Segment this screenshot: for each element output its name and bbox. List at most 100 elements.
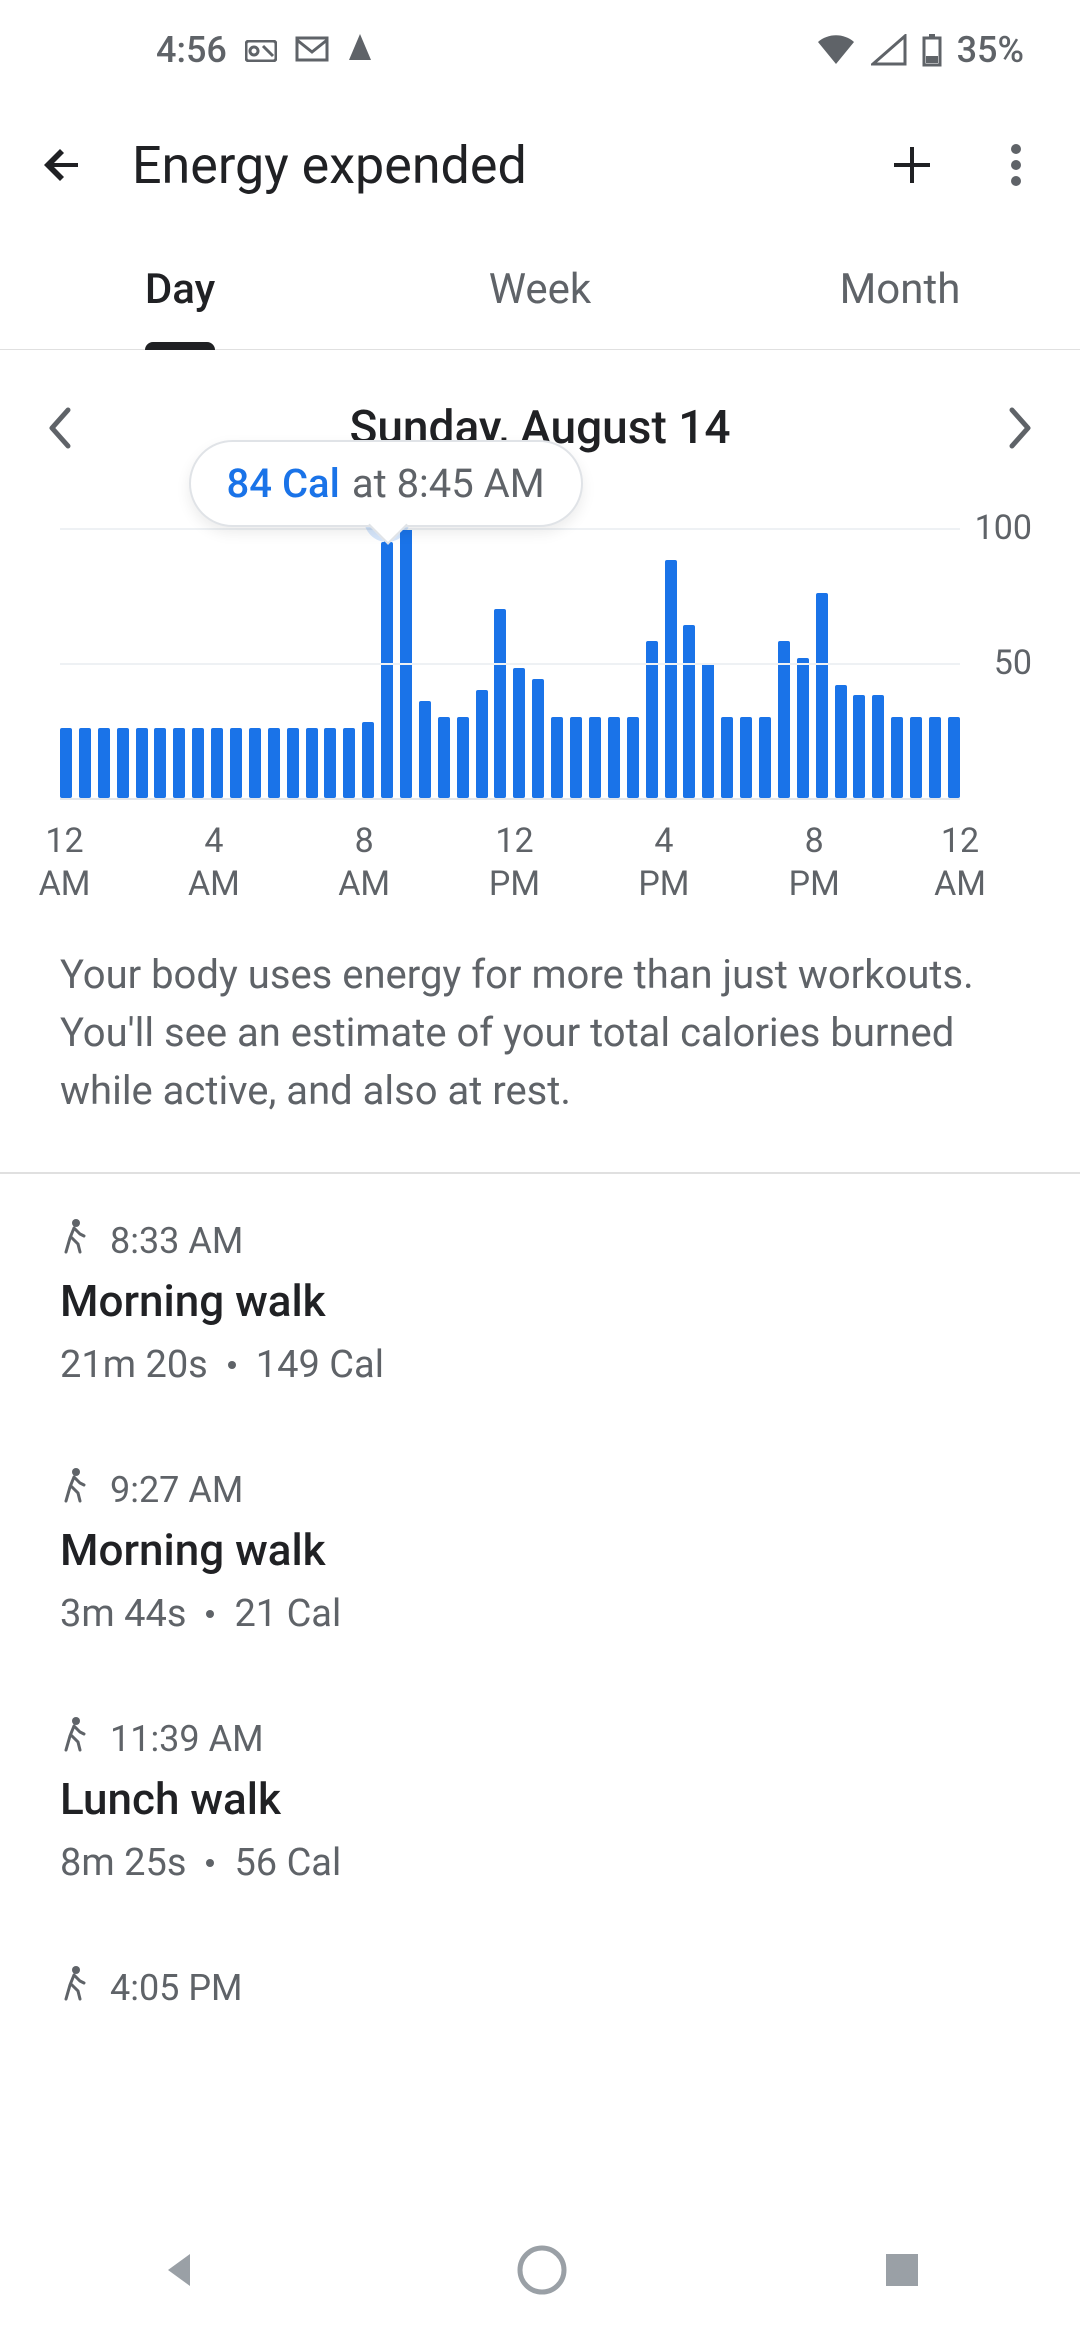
chart-bar[interactable] xyxy=(835,685,847,798)
chart-bar[interactable] xyxy=(173,728,185,798)
chart-bar[interactable] xyxy=(192,728,204,798)
tab-month[interactable]: Month xyxy=(720,230,1080,349)
activity-duration: 21m 20s xyxy=(60,1343,208,1387)
chart-bar[interactable] xyxy=(438,717,450,798)
activity-time: 9:27 AM xyxy=(110,1469,243,1511)
chart-bar[interactable] xyxy=(740,717,752,798)
status-left: 4:56 xyxy=(36,29,373,71)
x-axis-label: 12AM xyxy=(934,820,986,905)
battery-icon xyxy=(921,33,943,67)
info-text: Your body uses energy for more than just… xyxy=(0,910,1080,1172)
gridline-50 xyxy=(60,663,960,665)
tab-week[interactable]: Week xyxy=(360,230,720,349)
activity-title: Morning walk xyxy=(60,1524,1020,1576)
activity-subtitle: 3m 44s 21 Cal xyxy=(60,1592,1020,1636)
chart-bar[interactable] xyxy=(419,701,431,798)
sys-home-button[interactable] xyxy=(516,2244,568,2296)
chart-bar[interactable] xyxy=(570,717,582,798)
chart-bar[interactable] xyxy=(343,728,355,798)
next-day-button[interactable] xyxy=(984,392,1056,464)
chart-tooltip: 84 Cal at 8:45 AM xyxy=(189,440,583,527)
battery-text: 35% xyxy=(957,29,1024,71)
x-axis-label: 12PM xyxy=(489,820,540,905)
chart-bar[interactable] xyxy=(457,717,469,798)
activity-item[interactable]: 9:27 AM Morning walk 3m 44s 21 Cal xyxy=(60,1423,1020,1672)
chart-bar[interactable] xyxy=(494,609,506,798)
chart-bar[interactable] xyxy=(306,728,318,798)
activity-title: Lunch walk xyxy=(60,1773,1020,1825)
chart-bar[interactable] xyxy=(872,695,884,798)
sys-back-button[interactable] xyxy=(156,2246,204,2294)
chart-bar[interactable] xyxy=(324,728,336,798)
gmail-icon xyxy=(295,29,329,71)
back-button[interactable] xyxy=(28,129,100,201)
separator-dot xyxy=(206,1610,214,1618)
chart-bar[interactable] xyxy=(627,717,639,798)
chart-bar[interactable] xyxy=(98,728,110,798)
activity-calories: 149 Cal xyxy=(256,1343,384,1387)
activity-subtitle: 21m 20s 149 Cal xyxy=(60,1343,1020,1387)
walk-icon xyxy=(60,1965,88,2010)
chart-bar[interactable] xyxy=(476,690,488,798)
chart-bar[interactable] xyxy=(608,717,620,798)
more-options-button[interactable] xyxy=(980,129,1052,201)
chart-bar[interactable] xyxy=(929,717,941,798)
activity-calories: 21 Cal xyxy=(234,1592,341,1636)
activity-time: 8:33 AM xyxy=(110,1220,243,1262)
chart-bar[interactable] xyxy=(891,717,903,798)
chart-bar[interactable] xyxy=(136,728,148,798)
chart-bar[interactable] xyxy=(287,728,299,798)
activity-item[interactable]: 4:05 PM xyxy=(60,1921,1020,2046)
chart-bar[interactable] xyxy=(797,658,809,798)
chart-bar[interactable] xyxy=(683,625,695,798)
walk-icon xyxy=(60,1467,88,1512)
x-axis-label: 4AM xyxy=(188,820,240,905)
prev-day-button[interactable] xyxy=(24,392,96,464)
chart-bar[interactable] xyxy=(532,679,544,798)
chart-bar[interactable] xyxy=(551,717,563,798)
chart-bar[interactable] xyxy=(816,593,828,798)
sys-recent-button[interactable] xyxy=(880,2248,924,2292)
chart-bar[interactable] xyxy=(211,728,223,798)
chart-bar[interactable] xyxy=(117,728,129,798)
activity-list: 8:33 AM Morning walk 21m 20s 149 Cal 9:27 AM… xyxy=(0,1174,1080,2046)
chart-bar[interactable] xyxy=(230,728,242,798)
activity-calories: 56 Cal xyxy=(234,1841,341,1885)
chart-bar[interactable] xyxy=(154,728,166,798)
activity-duration: 8m 25s xyxy=(60,1841,186,1885)
activity-subtitle: 8m 25s 56 Cal xyxy=(60,1841,1020,1885)
add-button[interactable] xyxy=(876,129,948,201)
x-axis-label: 8AM xyxy=(338,820,390,905)
chart-bar[interactable] xyxy=(589,717,601,798)
chart-bar[interactable] xyxy=(721,717,733,798)
chart-bar[interactable] xyxy=(853,695,865,798)
walk-icon xyxy=(60,1716,88,1761)
chart-baseline xyxy=(60,798,960,800)
cell-signal-icon xyxy=(871,34,907,66)
activity-item[interactable]: 11:39 AMLunch walk8m 25s56 Cal xyxy=(60,1672,1020,1921)
chart-bar[interactable] xyxy=(79,728,91,798)
gridline-100 xyxy=(60,528,960,530)
energy-chart[interactable]: 84 Cal at 8:45 AM 50100 12AM4AM8AM12PM4P… xyxy=(60,528,1020,910)
system-nav-bar xyxy=(0,2200,1080,2340)
chart-bar[interactable] xyxy=(759,717,771,798)
chart-bar[interactable] xyxy=(948,717,960,798)
page-title: Energy expended xyxy=(132,135,844,196)
status-time: 4:56 xyxy=(156,29,227,71)
chart-bar[interactable] xyxy=(665,560,677,798)
chart-bar[interactable] xyxy=(362,722,374,798)
status-bar: 4:56 35% xyxy=(0,0,1080,100)
chart-bar[interactable] xyxy=(381,542,393,799)
tab-day[interactable]: Day xyxy=(0,230,360,349)
chart-bar[interactable] xyxy=(268,728,280,798)
separator-dot xyxy=(228,1361,236,1369)
activity-item[interactable]: 8:33 AMMorning walk21m 20s149 Cal xyxy=(60,1174,1020,1423)
chart-bar[interactable] xyxy=(249,728,261,798)
chart-bar[interactable] xyxy=(513,668,525,798)
chart-bar[interactable] xyxy=(60,728,72,798)
chart-bar[interactable] xyxy=(702,663,714,798)
activity-duration: 3m 44s xyxy=(60,1592,186,1636)
chart-bar[interactable] xyxy=(910,717,922,798)
y-axis-label: 50 xyxy=(994,643,1032,683)
walk-icon xyxy=(60,1218,88,1263)
